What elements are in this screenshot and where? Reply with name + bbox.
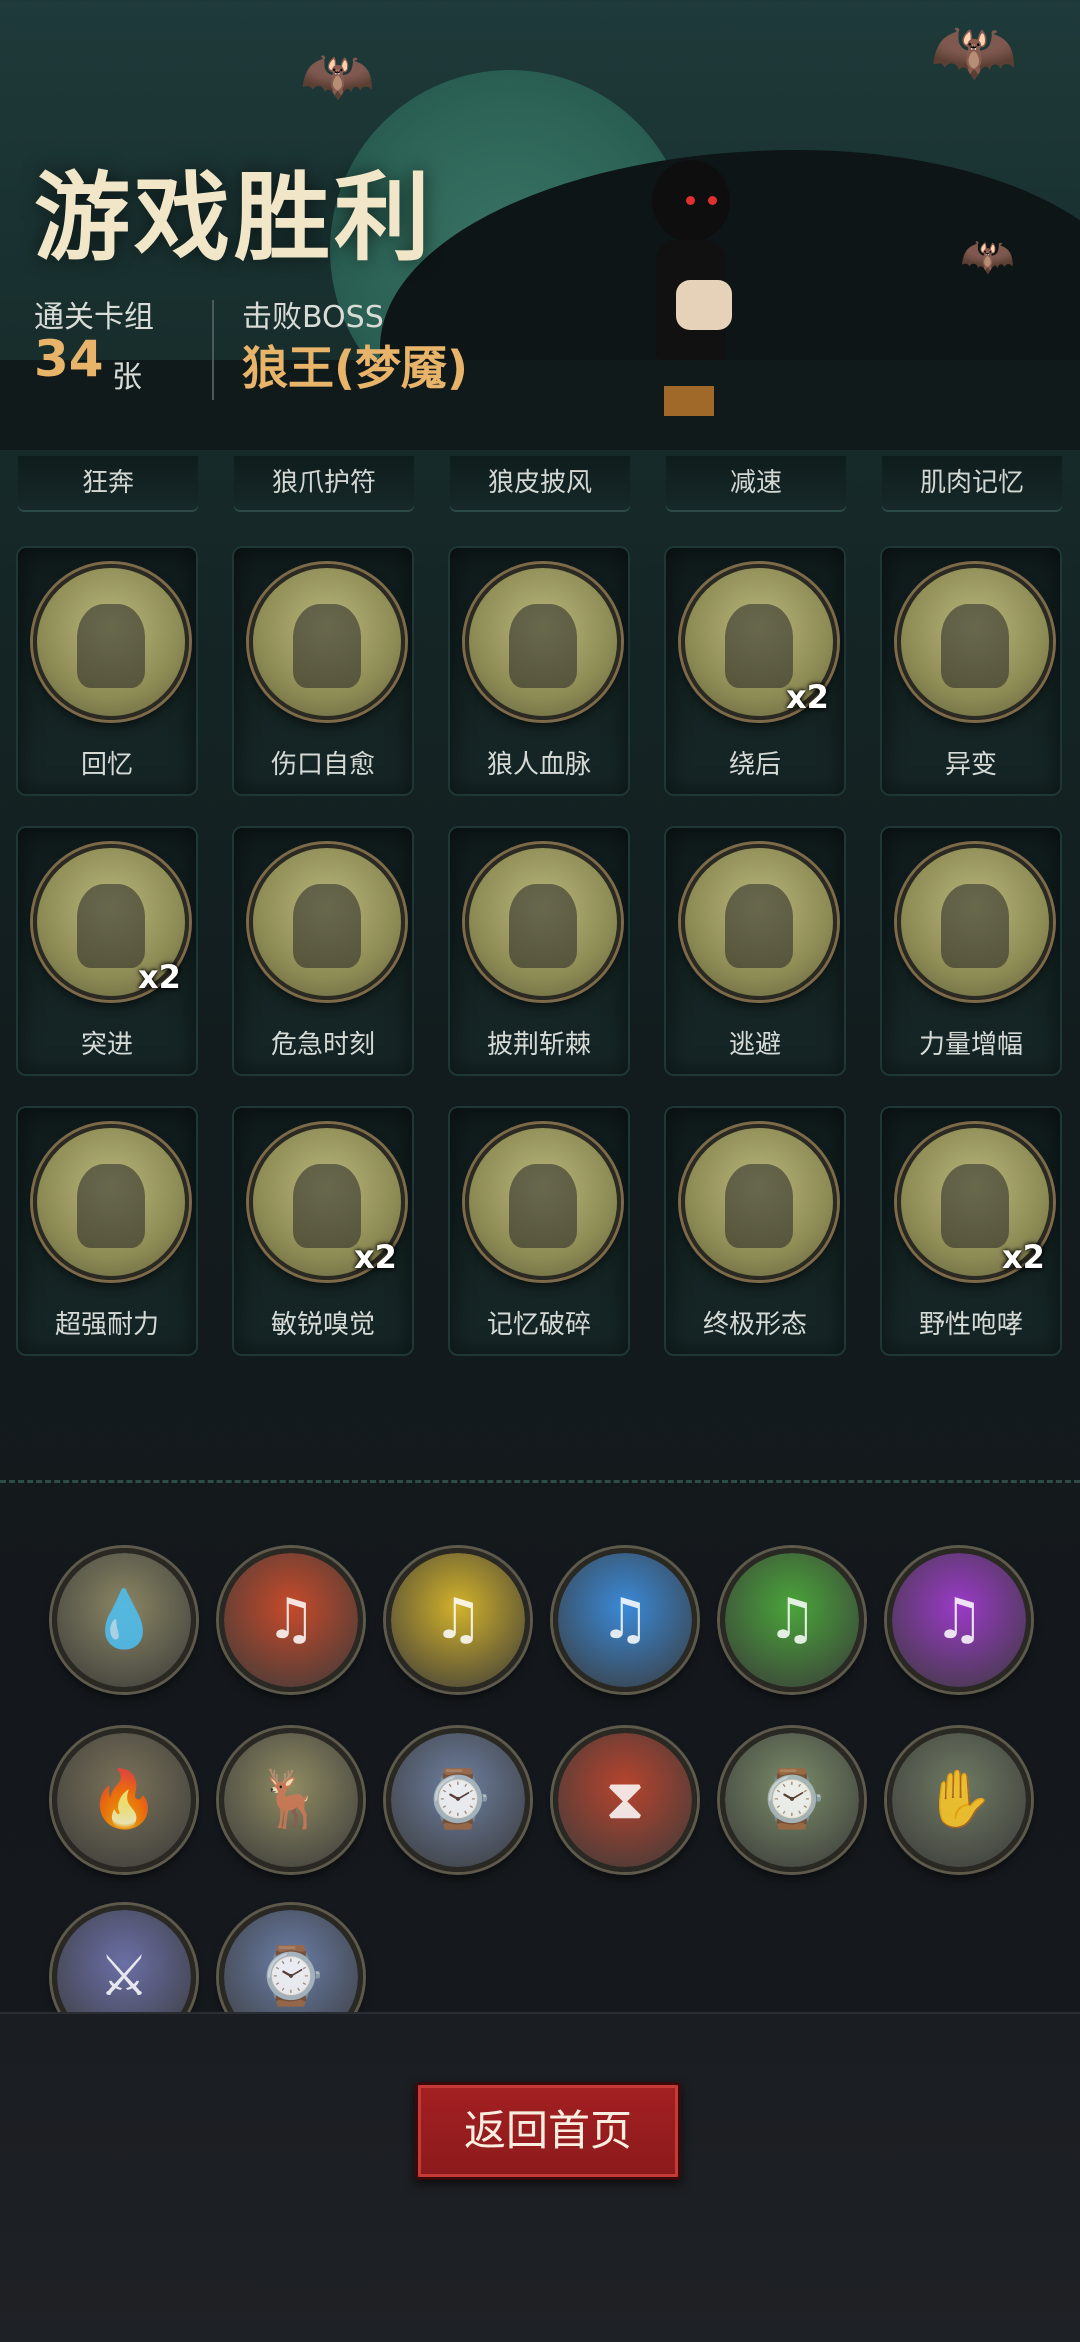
card-12[interactable]: x2 敏锐嗅觉 xyxy=(234,1108,412,1354)
card-count-badge: x2 xyxy=(354,1238,397,1276)
hourglass-creature-icon[interactable]: ⧗ xyxy=(553,1728,697,1872)
card-label: 野性咆哮 xyxy=(918,1310,1023,1340)
card-14[interactable]: 终极形态 xyxy=(666,1108,844,1354)
card-label-partial[interactable]: 狼爪护符 xyxy=(234,456,414,512)
bat-icon: 🦇 xyxy=(930,10,1018,92)
card-label-partial[interactable]: 减速 xyxy=(666,456,846,512)
boy-character xyxy=(630,160,750,430)
thorny-hand-icon xyxy=(465,564,621,720)
axe-thorns-icon xyxy=(465,844,621,1000)
card-11[interactable]: 超强耐力 xyxy=(18,1108,196,1354)
broken-memory-icon xyxy=(465,1124,621,1280)
card-count-badge: x2 xyxy=(786,678,829,716)
section-divider xyxy=(0,1480,1080,1483)
bat-icon: 🦇 xyxy=(300,41,375,111)
deck-unit: 张 xyxy=(112,360,142,395)
boss-label: 击败BOSS xyxy=(242,300,384,335)
bat-icon: 🦇 xyxy=(960,231,1015,282)
bear-chase-icon xyxy=(681,844,837,1000)
frozen-compass-icon[interactable]: ⌚ xyxy=(386,1728,530,1872)
white-werewolf-icon xyxy=(681,1124,837,1280)
boy-slide-icon xyxy=(33,1124,189,1280)
card-8[interactable]: 披荆斩棘 xyxy=(450,828,628,1074)
page-title: 游戏胜利 xyxy=(34,161,434,274)
deck-count: 34 xyxy=(34,330,104,388)
old-man-phone-icon xyxy=(33,564,189,720)
shadow-mutation-icon xyxy=(897,564,1053,720)
card-6[interactable]: x2 突进 xyxy=(18,828,196,1074)
victory-header: 🦇 🦇 🦇 游戏胜利 通关卡组 34 张 击败BOSS 狼王(梦魇) xyxy=(0,0,1080,450)
purple-music-beast-icon[interactable]: ♫ xyxy=(887,1548,1031,1692)
deer-icon[interactable]: 🦌 xyxy=(219,1728,363,1872)
frozen-compass-icon[interactable]: ⌚ xyxy=(720,1728,864,1872)
fire-altar-icon[interactable]: 🔥 xyxy=(52,1728,196,1872)
card-label: 记忆破碎 xyxy=(486,1310,591,1340)
card-label: 危急时刻 xyxy=(270,1030,375,1060)
card-label-partial[interactable]: 狂奔 xyxy=(18,456,198,512)
card-7[interactable]: 危急时刻 xyxy=(234,828,412,1074)
card-label: 绕后 xyxy=(728,750,781,780)
log-carry-icon xyxy=(897,844,1053,1000)
back-home-button[interactable]: 返回首页 xyxy=(415,2082,681,2180)
card-label: 回忆 xyxy=(80,750,133,780)
wounded-boy-icon xyxy=(249,564,405,720)
stat-divider xyxy=(212,300,214,400)
boy-fighting-icon xyxy=(249,844,405,1000)
card-label: 突进 xyxy=(80,1030,133,1060)
card-2[interactable]: 伤口自愈 xyxy=(234,548,412,794)
card-5[interactable]: 异变 xyxy=(882,548,1060,794)
card-label: 逃避 xyxy=(728,1030,781,1060)
card-count-badge: x2 xyxy=(138,958,181,996)
ground-silhouette xyxy=(0,360,1080,450)
card-label: 伤口自愈 xyxy=(270,750,375,780)
card-10[interactable]: 力量增幅 xyxy=(882,828,1060,1074)
green-music-beast-icon[interactable]: ♫ xyxy=(720,1548,864,1692)
partial-card-row: 狂奔 狼爪护符 狼皮披风 减速 肌肉记忆 xyxy=(0,456,1080,516)
card-label: 力量增幅 xyxy=(918,1030,1023,1060)
blue-music-beast-icon[interactable]: ♫ xyxy=(553,1548,697,1692)
card-9[interactable]: 逃避 xyxy=(666,828,844,1074)
card-13[interactable]: 记忆破碎 xyxy=(450,1108,628,1354)
card-label: 异变 xyxy=(944,750,997,780)
card-label-partial[interactable]: 狼皮披风 xyxy=(450,456,630,512)
water-drop-relic-icon[interactable]: 💧 xyxy=(52,1548,196,1692)
boss-name: 狼王(梦魇) xyxy=(242,341,469,395)
yellow-music-beast-icon[interactable]: ♫ xyxy=(386,1548,530,1692)
card-label-partial[interactable]: 肌肉记忆 xyxy=(882,456,1062,512)
card-label: 超强耐力 xyxy=(54,1310,159,1340)
card-1[interactable]: 回忆 xyxy=(18,548,196,794)
card-4[interactable]: x2 绕后 xyxy=(666,548,844,794)
card-hand-icon[interactable]: ✋ xyxy=(887,1728,1031,1872)
card-count-badge: x2 xyxy=(1002,1238,1045,1276)
card-label: 终极形态 xyxy=(702,1310,807,1340)
red-music-beast-icon[interactable]: ♫ xyxy=(219,1548,363,1692)
card-15[interactable]: x2 野性咆哮 xyxy=(882,1108,1060,1354)
card-label: 披荆斩棘 xyxy=(486,1030,591,1060)
card-3[interactable]: 狼人血脉 xyxy=(450,548,628,794)
card-label: 狼人血脉 xyxy=(486,750,591,780)
card-label: 敏锐嗅觉 xyxy=(270,1310,375,1340)
